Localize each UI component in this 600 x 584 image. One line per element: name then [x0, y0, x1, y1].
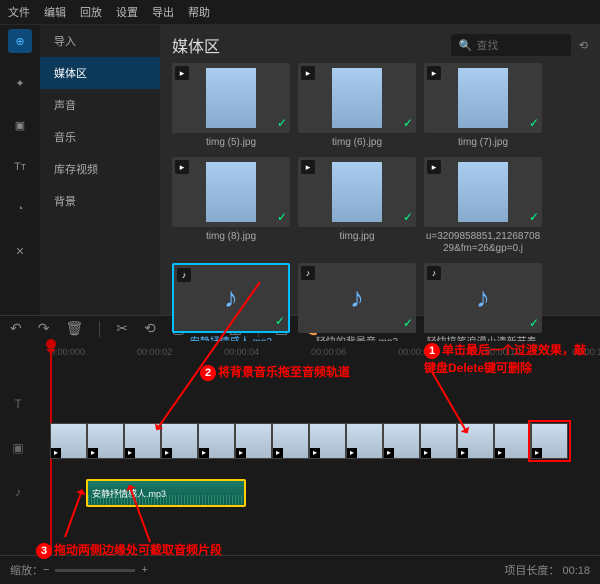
sidebar-item-sound[interactable]: 声音: [40, 89, 160, 121]
timeline-clip[interactable]: ▸: [87, 423, 124, 459]
timeline-clip[interactable]: ▸: [272, 423, 309, 459]
status-bar: 缩放： − + 项目长度： 00:18: [0, 555, 600, 584]
track-label-text: T: [14, 397, 21, 411]
media-thumb[interactable]: ▸✓timg (8).jpg: [172, 157, 290, 255]
redo-icon[interactable]: ↷: [38, 320, 50, 337]
import-icon[interactable]: ⊕: [8, 29, 32, 53]
zoom-out-icon[interactable]: −: [43, 564, 49, 576]
menu-file[interactable]: 文件: [8, 4, 30, 20]
timeline-clip[interactable]: ▸: [309, 423, 346, 459]
menu-edit[interactable]: 编辑: [44, 4, 66, 20]
media-thumb[interactable]: ▸✓u=3209858851,2126870829&fm=26&gp=0.j: [424, 157, 542, 255]
timeline-clip[interactable]: ▸: [531, 423, 568, 459]
zoom-label: 缩放：: [10, 562, 43, 578]
wand-icon[interactable]: ✦: [8, 71, 32, 95]
timeline-clip[interactable]: ▸: [494, 423, 531, 459]
refresh-icon[interactable]: ⟲: [579, 39, 588, 52]
sidebar-item-bg[interactable]: 背景: [40, 185, 160, 217]
timeline-clip[interactable]: ▸: [346, 423, 383, 459]
track-label-video: ▣: [12, 441, 23, 455]
timeline-clip[interactable]: ▸: [235, 423, 272, 459]
media-thumb[interactable]: ▸✓timg (7).jpg: [424, 63, 542, 149]
callout-1: 1单击最后一个过渡效果，敲键盘Delete键可删除: [424, 341, 594, 376]
sidebar-item-import[interactable]: 导入: [40, 25, 160, 57]
media-panel: 媒体区 🔍查找 ⟲ ▸✓timg (5).jpg▸✓timg (6).jpg▸✓…: [160, 25, 600, 315]
media-thumb[interactable]: ▸✓timg (5).jpg: [172, 63, 290, 149]
zoom-in-icon[interactable]: +: [141, 564, 147, 576]
sidebar-item-stock[interactable]: 库存视频: [40, 153, 160, 185]
undo-icon[interactable]: ↶: [10, 320, 22, 337]
media-title: 媒体区: [172, 33, 451, 57]
crop-icon[interactable]: ▣: [8, 113, 32, 137]
audio-track[interactable]: 安静抒情感人.mp3: [36, 473, 600, 519]
delete-icon[interactable]: 🗑: [65, 320, 83, 337]
sidebar: 导入 媒体区 声音 音乐 库存视频 背景: [40, 25, 160, 315]
timeline-clip[interactable]: ▸: [383, 423, 420, 459]
search-input[interactable]: 🔍查找: [451, 34, 571, 56]
shape-icon[interactable]: ◔: [8, 197, 32, 221]
timeline-clip[interactable]: ▸: [198, 423, 235, 459]
sidebar-item-music[interactable]: 音乐: [40, 121, 160, 153]
timeline-clip[interactable]: ▸: [50, 423, 87, 459]
audio-clip[interactable]: 安静抒情感人.mp3: [86, 479, 246, 507]
timeline[interactable]: T ▣ ♪ 0:00:00000:00:0200:00:0400:00:0600…: [0, 341, 600, 581]
menubar: 文件 编辑 回放 设置 导出 帮助: [0, 0, 600, 25]
timeline-clip[interactable]: ▸: [420, 423, 457, 459]
timeline-clip[interactable]: ▸: [161, 423, 198, 459]
zoom-slider[interactable]: [55, 569, 135, 572]
top-panel: ⊕ ✦ ▣ Tᴛ ◔ ✕ 导入 媒体区 声音 音乐 库存视频 背景 媒体区 🔍查…: [0, 25, 600, 315]
iconbar: ⊕ ✦ ▣ Tᴛ ◔ ✕: [0, 25, 40, 315]
tools-icon[interactable]: ✕: [8, 239, 32, 263]
menu-help[interactable]: 帮助: [188, 4, 210, 20]
callout-3: 3拖动两侧边缘处可截取音频片段: [36, 541, 222, 559]
media-thumb[interactable]: ▸✓timg (6).jpg: [298, 63, 416, 149]
rotate-icon[interactable]: ⟲: [144, 320, 156, 337]
cut-icon[interactable]: ✂: [116, 320, 128, 337]
menu-settings[interactable]: 设置: [116, 4, 138, 20]
text-icon[interactable]: Tᴛ: [8, 155, 32, 179]
callout-2: 2将背景音乐拖至音频轨道: [200, 363, 350, 381]
menu-export[interactable]: 导出: [152, 4, 174, 20]
menu-playback[interactable]: 回放: [80, 4, 102, 20]
media-thumb[interactable]: ▸✓timg.jpg: [298, 157, 416, 255]
sidebar-item-media[interactable]: 媒体区: [40, 57, 160, 89]
track-label-audio: ♪: [15, 485, 21, 499]
video-track[interactable]: ▸▸▸▸▸▸▸▸▸▸▸▸▸▸: [36, 423, 600, 469]
